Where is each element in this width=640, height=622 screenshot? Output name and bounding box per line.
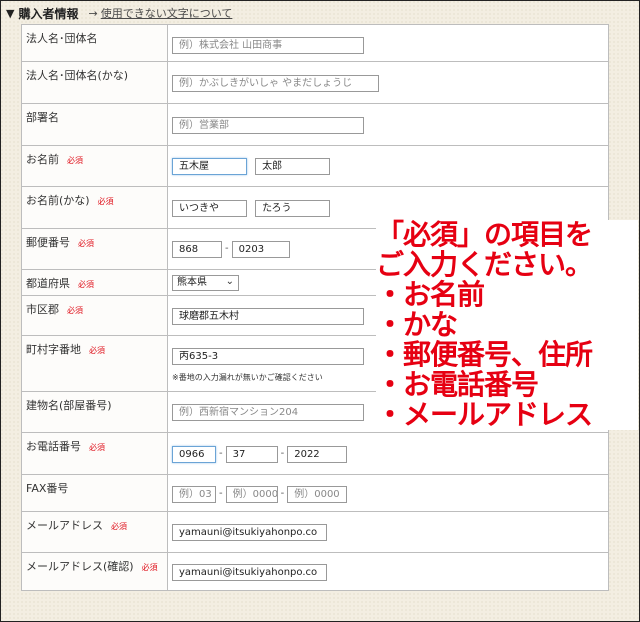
row-corp-kana: 法人名･団体名(かな) 例）かぶしきがいしゃ やまだしょうじ	[21, 61, 609, 104]
cell-dept: 例）営業部	[167, 103, 609, 146]
label-text: 郵便番号	[26, 236, 70, 249]
first-name-kana-input[interactable]: たろう	[255, 200, 331, 217]
tel-part2-input[interactable]: 37	[225, 446, 278, 463]
annotation-line: ・お電話番号	[376, 368, 539, 401]
label-name: お名前 必須	[21, 145, 168, 187]
label-building: 建物名(部屋番号)	[21, 391, 168, 433]
label-email-confirm: メールアドレス(確認) 必須	[21, 552, 168, 591]
label-corp: 法人名･団体名	[21, 24, 168, 62]
label-fax: FAX番号	[21, 474, 168, 512]
label-dept: 部署名	[21, 103, 168, 146]
cell-tel: 0966-37-2022	[167, 432, 609, 475]
tel-dash-2: -	[280, 448, 285, 459]
label-text: FAX番号	[26, 482, 69, 495]
cell-fax: 例）03- 例）0000- 例）0000	[167, 474, 609, 512]
row-email: メールアドレス 必須 yamauni@itsukiyahonpo.co	[21, 511, 609, 553]
label-zip: 郵便番号 必須	[21, 228, 168, 270]
required-badge: 必須	[111, 522, 127, 531]
corp-name-input[interactable]: 例）株式会社 山田商事	[172, 37, 364, 54]
label-text: 建物名(部屋番号)	[26, 399, 112, 412]
required-badge: 必須	[89, 346, 105, 355]
label-email: メールアドレス 必須	[21, 511, 168, 553]
label-text: お名前	[26, 153, 59, 166]
email-input[interactable]: yamauni@itsukiyahonpo.co	[172, 524, 327, 541]
unusable-characters-link[interactable]: 使用できない文字について	[101, 5, 233, 21]
required-badge: 必須	[97, 197, 114, 206]
prefecture-select[interactable]: 熊本県 ⌄	[172, 275, 239, 291]
tel-part1-input[interactable]: 0966	[172, 446, 216, 463]
first-name-input[interactable]: 太郎	[255, 158, 331, 175]
label-text: 町村字番地	[26, 343, 81, 356]
triangle-down-icon: ▼	[6, 6, 15, 20]
label-pref: 都道府県 必須	[21, 269, 168, 296]
label-text: 市区郡	[26, 303, 59, 316]
cell-email-confirm: yamauni@itsukiyahonpo.co	[167, 552, 609, 591]
row-corp: 法人名･団体名 例）株式会社 山田商事	[21, 24, 609, 62]
fax-part2-input[interactable]: 例）0000	[225, 486, 278, 503]
label-tel: お電話番号 必須	[21, 432, 168, 475]
street-address-input[interactable]: 丙635-3	[172, 348, 364, 365]
row-email-confirm: メールアドレス(確認) 必須 yamauni@itsukiyahonpo.co	[21, 552, 609, 591]
label-name-kana: お名前(かな) 必須	[21, 186, 168, 229]
required-badge: 必須	[78, 280, 94, 289]
tel-dash-1: -	[219, 448, 223, 459]
required-badge: 必須	[67, 306, 83, 315]
annotation-line: ・お名前	[376, 278, 485, 311]
label-text: 法人名･団体名(かな)	[26, 69, 129, 82]
prefecture-value: 熊本県	[177, 277, 207, 288]
tel-part3-input[interactable]: 2022	[287, 446, 348, 463]
zip-part2-input[interactable]: 0203	[231, 241, 290, 258]
building-input[interactable]: 例）西新宿マンション204	[172, 404, 364, 421]
annotation-line: ・郵便番号、住所	[376, 338, 593, 371]
department-input[interactable]: 例）営業部	[172, 117, 364, 134]
fax-part3-input[interactable]: 例）0000	[287, 486, 348, 503]
label-text: メールアドレス(確認)	[26, 560, 134, 573]
chevron-down-icon: ⌄	[225, 276, 234, 287]
zip-part1-input[interactable]: 868	[172, 241, 222, 258]
last-name-kana-input[interactable]: いつきや	[172, 200, 247, 217]
label-text: 法人名･団体名	[26, 32, 98, 45]
arrow-right-icon: →	[88, 6, 98, 20]
cell-name: 五木屋 太郎	[167, 145, 609, 187]
label-corp-kana: 法人名･団体名(かな)	[21, 61, 168, 104]
row-name: お名前 必須 五木屋 太郎	[21, 145, 609, 187]
section-title: 購入者情報	[18, 6, 79, 21]
cell-corp-kana: 例）かぶしきがいしゃ やまだしょうじ	[167, 61, 609, 104]
last-name-input[interactable]: 五木屋	[172, 158, 247, 175]
label-city: 市区郡 必須	[21, 295, 168, 336]
fax-dash-2: -	[280, 488, 285, 499]
fax-dash-1: -	[219, 488, 223, 499]
label-text: 都道府県	[26, 277, 70, 290]
required-fields-annotation: 「必須」の項目を ご入力ください。 ・お名前 ・かな ・郵便番号、住所 ・お電話…	[376, 220, 638, 430]
label-text: お電話番号	[26, 440, 81, 453]
annotation-line: ・メールアドレス	[376, 398, 593, 431]
fax-part1-input[interactable]: 例）03	[172, 486, 216, 503]
zip-dash: -	[225, 243, 229, 254]
label-town: 町村字番地 必須	[21, 335, 168, 392]
required-badge: 必須	[67, 156, 83, 165]
row-dept: 部署名 例）営業部	[21, 103, 609, 146]
corp-kana-input[interactable]: 例）かぶしきがいしゃ やまだしょうじ	[172, 75, 379, 92]
city-input[interactable]: 球磨郡五木村	[172, 308, 364, 325]
section-header: ▼ 購入者情報 → 使用できない文字について	[6, 4, 232, 22]
required-badge: 必須	[141, 563, 158, 572]
email-confirm-input[interactable]: yamauni@itsukiyahonpo.co	[172, 564, 327, 581]
label-text: 部署名	[26, 111, 59, 124]
required-badge: 必須	[78, 239, 94, 248]
annotation-line: ご入力ください。	[376, 248, 593, 281]
label-text: お名前(かな)	[26, 194, 90, 207]
annotation-line: ・かな	[376, 308, 458, 341]
label-text: メールアドレス	[26, 519, 103, 532]
row-fax: FAX番号 例）03- 例）0000- 例）0000	[21, 474, 609, 512]
required-badge: 必須	[89, 443, 105, 452]
row-tel: お電話番号 必須 0966-37-2022	[21, 432, 609, 475]
cell-corp: 例）株式会社 山田商事	[167, 24, 609, 62]
cell-email: yamauni@itsukiyahonpo.co	[167, 511, 609, 553]
annotation-line: 「必須」の項目を	[376, 218, 593, 251]
